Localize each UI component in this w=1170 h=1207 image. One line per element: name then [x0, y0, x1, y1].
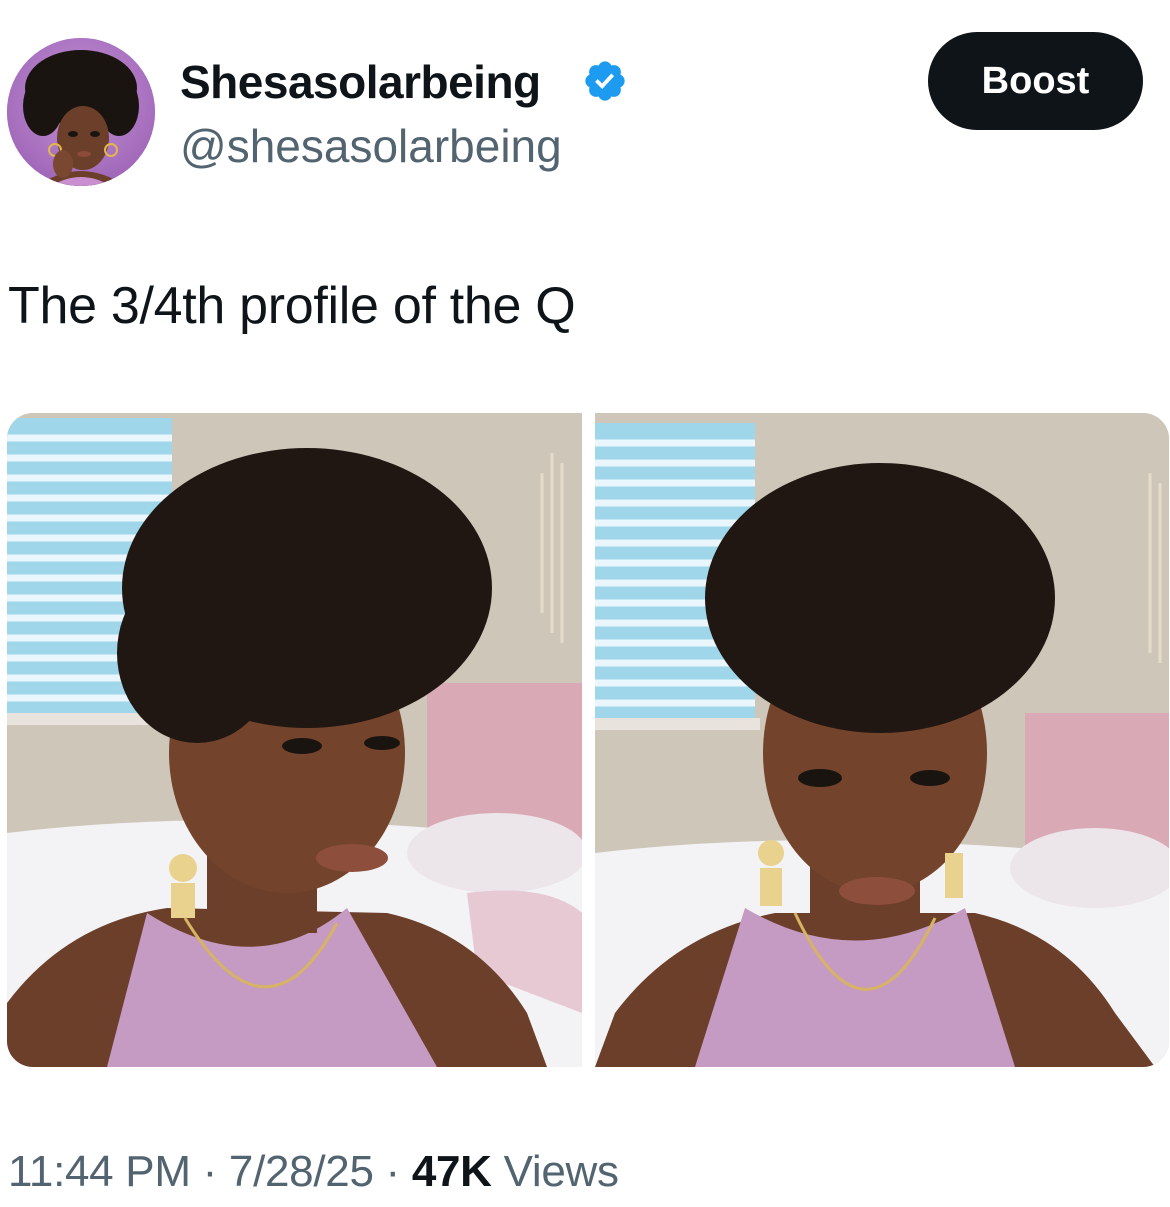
views-count[interactable]: 47K: [412, 1147, 492, 1196]
tweet-photo-2[interactable]: [595, 413, 1169, 1067]
tweet-date[interactable]: 7/28/25: [229, 1147, 374, 1196]
views-label: Views: [503, 1147, 619, 1196]
boost-button[interactable]: Boost: [928, 32, 1143, 130]
meta-separator: ·: [385, 1147, 401, 1196]
avatar[interactable]: [7, 38, 155, 186]
tweet-time[interactable]: 11:44 PM: [8, 1147, 191, 1196]
meta-separator: ·: [202, 1147, 218, 1196]
display-name[interactable]: Shesasolarbeing: [180, 52, 541, 112]
tweet-meta: 11:44 PM · 7/28/25 · 47K Views: [8, 1142, 619, 1202]
user-handle[interactable]: @shesasolarbeing: [180, 116, 562, 176]
tweet-photo-1[interactable]: [7, 413, 582, 1067]
tweet-text: The 3/4th profile of the Q: [8, 277, 576, 335]
verified-badge-icon: [585, 61, 625, 101]
